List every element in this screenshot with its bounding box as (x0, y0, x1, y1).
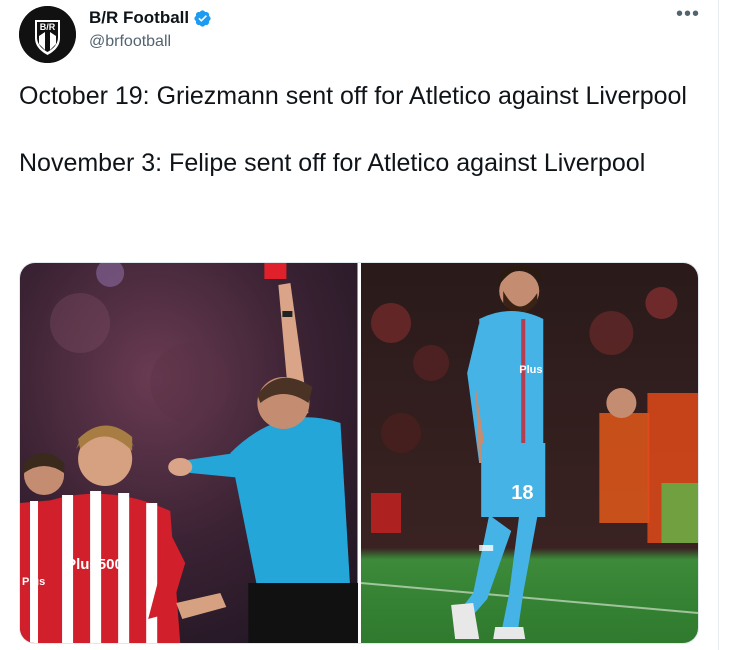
svg-text:B/R: B/R (40, 22, 56, 32)
br-logo-icon: B/R (19, 6, 76, 63)
display-name[interactable]: B/R Football (89, 8, 189, 28)
tweet-text: October 19: Griezmann sent off for Atlet… (19, 80, 689, 180)
photo-1-illustration: Plus500 Plus (20, 263, 358, 643)
svg-text:Plus: Plus (22, 576, 45, 588)
tweet-paragraph-1: October 19: Griezmann sent off for Atlet… (19, 82, 687, 110)
photo-felipe-walks-off[interactable]: 18 Plus (360, 263, 698, 643)
svg-text:18: 18 (511, 482, 533, 504)
name-row: B/R Football (89, 8, 212, 28)
svg-text:Plus: Plus (519, 364, 542, 376)
avatar[interactable]: B/R (19, 6, 76, 63)
tweet-card: B/R B/R Football @brfootball ••• October… (0, 0, 719, 650)
photo-griezmann-red-card[interactable]: Plus500 Plus (20, 263, 358, 643)
svg-text:Plus500: Plus500 (66, 556, 123, 573)
photo-2-illustration: 18 Plus (360, 263, 698, 643)
handle[interactable]: @brfootball (89, 33, 171, 51)
more-options-icon[interactable]: ••• (676, 4, 699, 26)
verified-badge-icon (194, 9, 211, 27)
media-grid: Plus500 Plus 18 Plus (19, 262, 699, 644)
tweet-paragraph-2: November 3: Felipe sent off for Atletico… (19, 149, 646, 177)
